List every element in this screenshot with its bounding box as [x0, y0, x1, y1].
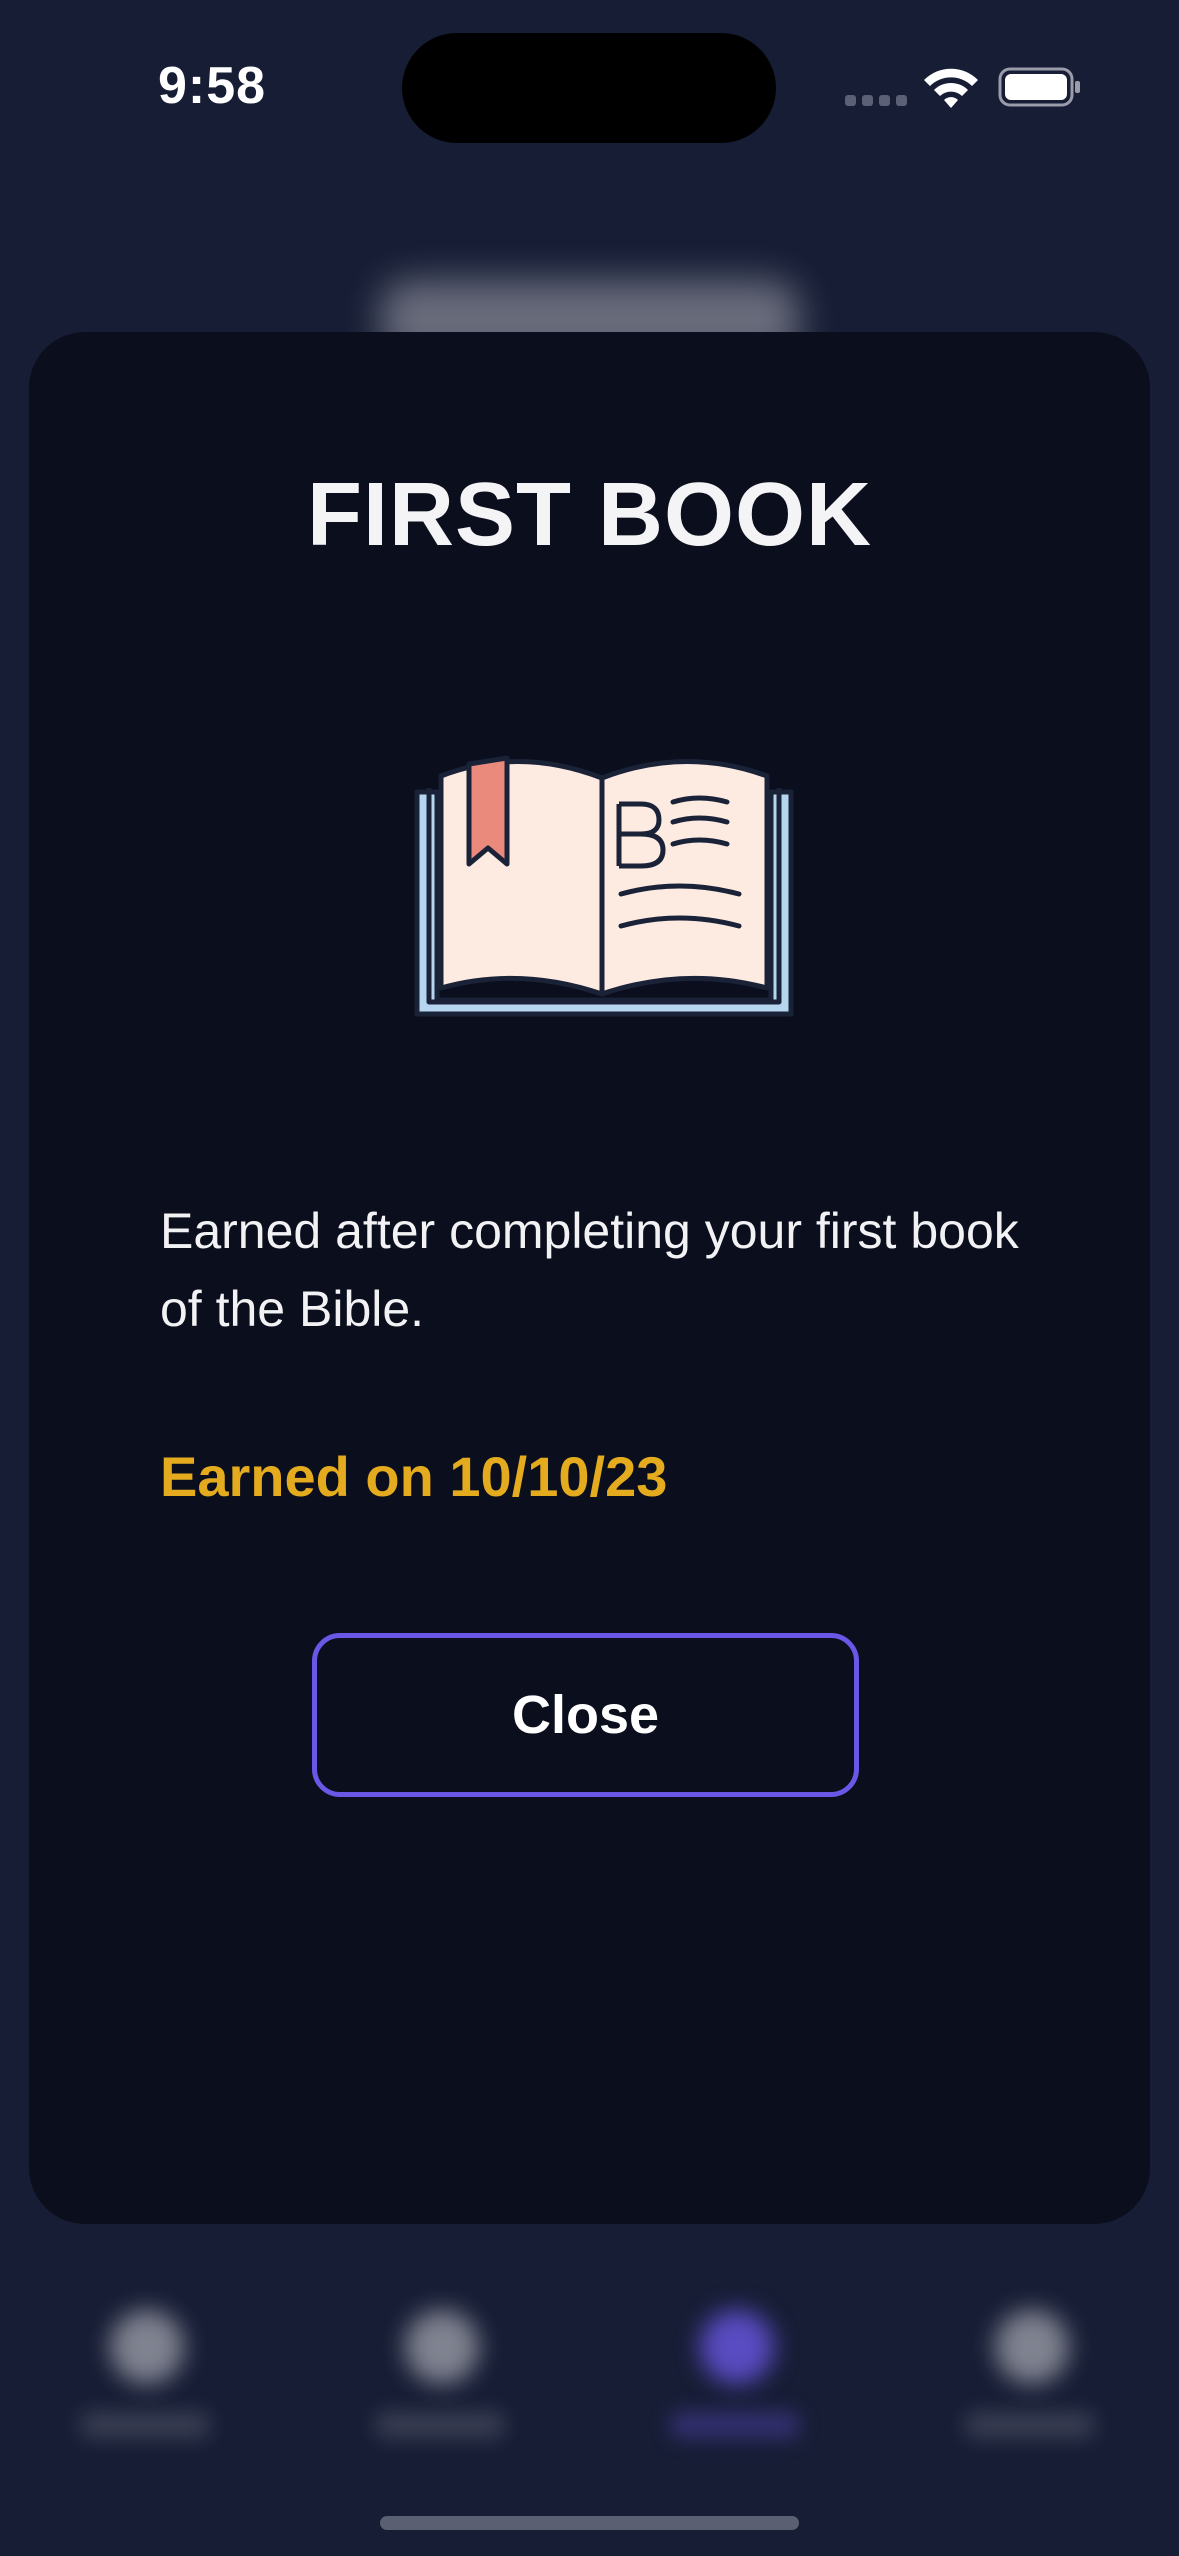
achievement-description: Earned after completing your first book … — [160, 1203, 1019, 1337]
tab-bar — [0, 2290, 1179, 2470]
status-time: 9:58 — [158, 57, 267, 115]
person-icon — [995, 2310, 1069, 2384]
tab-rewards-label — [670, 2412, 800, 2438]
book-icon — [405, 2310, 479, 2384]
achievement-screen: 9:58 FIRST BOOK Earned after completing … — [0, 0, 1179, 2556]
home-indicator[interactable] — [380, 2516, 799, 2530]
tab-rewards[interactable] — [660, 2290, 810, 2460]
tab-home-label — [80, 2412, 210, 2438]
tab-profile-label — [965, 2412, 1095, 2438]
close-button[interactable]: Close — [312, 1633, 859, 1797]
battery-full-icon — [998, 67, 1080, 107]
tab-home[interactable] — [70, 2290, 220, 2460]
tab-read[interactable] — [365, 2290, 515, 2460]
achievement-modal: FIRST BOOK Earned after completing your … — [29, 332, 1150, 2224]
tab-profile[interactable] — [955, 2290, 1105, 2460]
dynamic-island — [402, 33, 776, 143]
wifi-icon — [924, 68, 978, 108]
earned-date: Earned on 10/10/23 — [160, 1445, 668, 1508]
tab-read-label — [375, 2412, 505, 2438]
trophy-icon — [700, 2310, 774, 2384]
home-icon — [110, 2310, 184, 2384]
achievement-title: FIRST BOOK — [307, 465, 872, 565]
open-bible-icon — [414, 755, 794, 1017]
cellular-signal-icon — [845, 95, 907, 106]
